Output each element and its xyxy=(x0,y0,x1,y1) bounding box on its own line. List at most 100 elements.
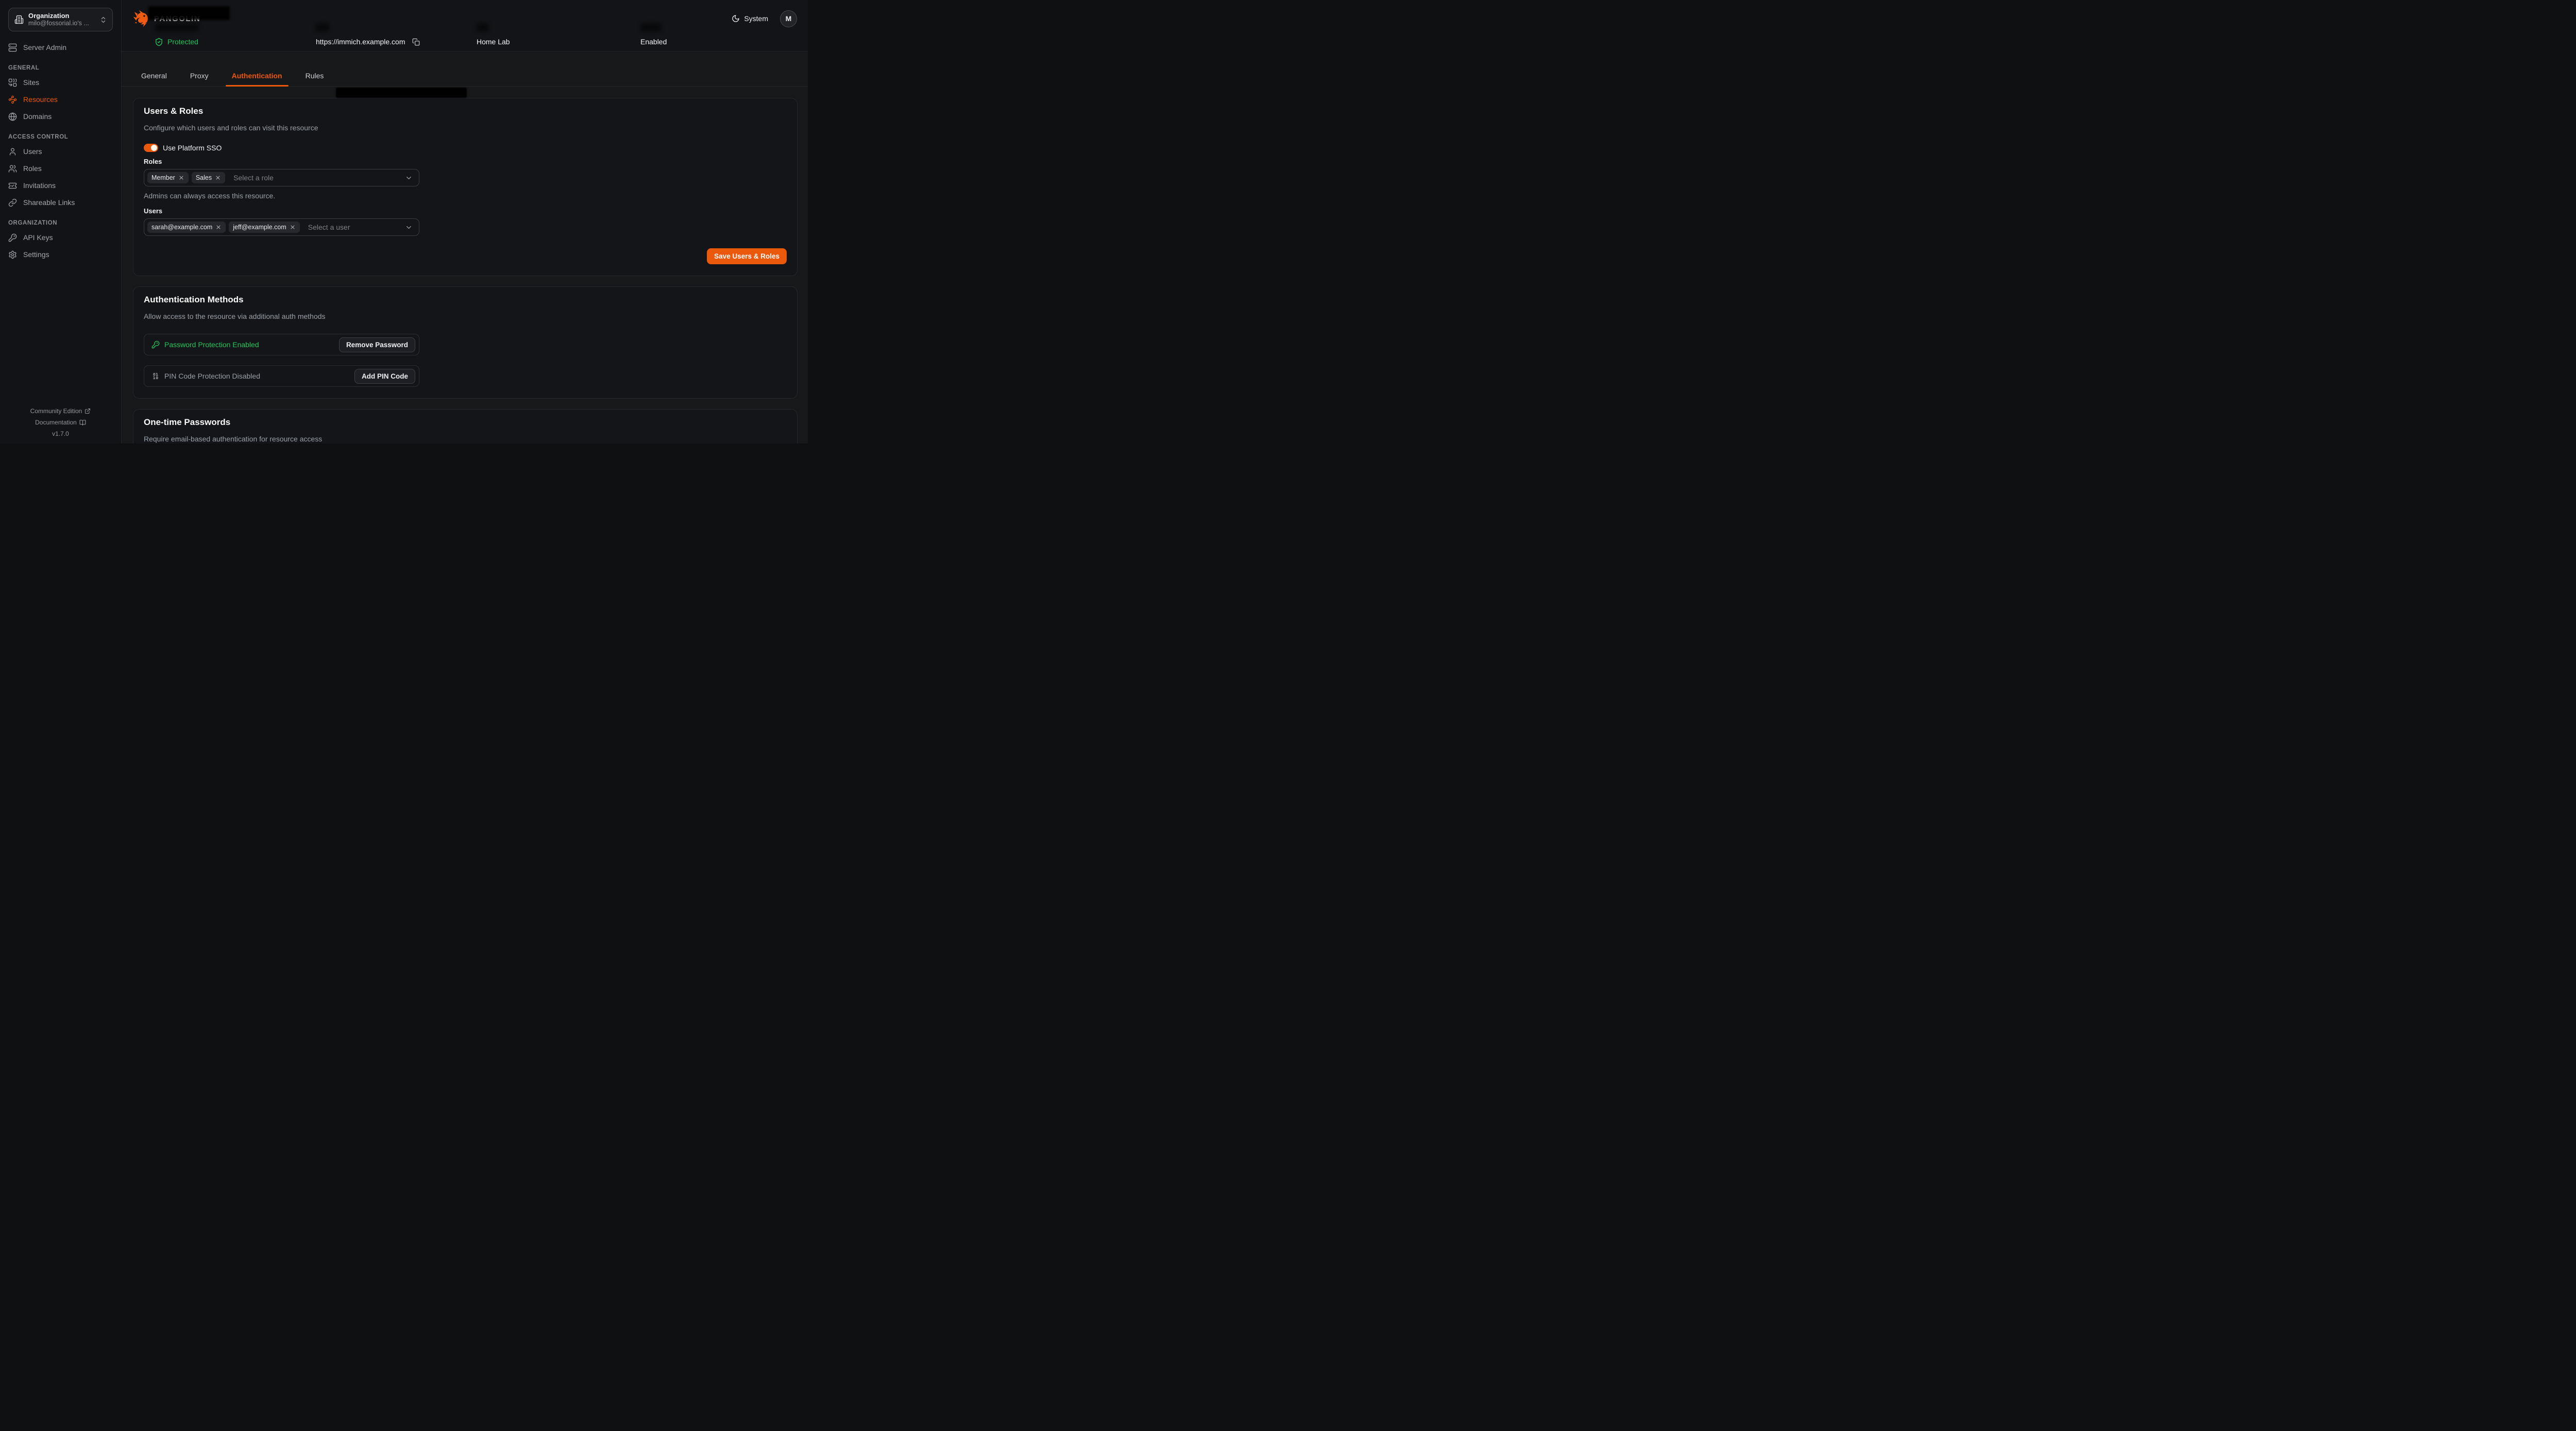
tab-general[interactable]: General xyxy=(135,67,173,86)
redaction-bar xyxy=(148,6,230,20)
save-users-roles-button[interactable]: Save Users & Roles xyxy=(707,248,787,264)
platform-sso-toggle[interactable] xyxy=(144,144,158,152)
chevron-down-icon xyxy=(405,224,413,231)
sidebar-item-label: Invitations xyxy=(23,181,56,190)
tab-authentication[interactable]: Authentication xyxy=(226,67,289,86)
card-description: Configure which users and roles can visi… xyxy=(144,124,787,132)
users-roles-card: Users & Roles Configure which users and … xyxy=(133,98,798,276)
sidebar-item-label: Sites xyxy=(23,78,39,87)
resource-summary: Protected https://immich.example.com xyxy=(155,24,808,51)
sidebar-item-label: Roles xyxy=(23,164,42,173)
password-protection-row: Password Protection Enabled Remove Passw… xyxy=(144,334,419,355)
x-icon xyxy=(290,224,296,230)
sidebar-item-domains[interactable]: Domains xyxy=(8,110,113,123)
sidebar-item-settings[interactable]: Settings xyxy=(8,248,113,261)
globe-icon xyxy=(8,112,17,121)
otp-card: One-time Passwords Require email-based a… xyxy=(133,409,798,444)
redaction-bar xyxy=(336,88,467,98)
card-title: Users & Roles xyxy=(144,106,787,116)
resource-site: Home Lab xyxy=(477,35,640,49)
tab-proxy[interactable]: Proxy xyxy=(184,67,215,86)
copy-url-button[interactable] xyxy=(412,38,420,46)
sidebar-nav: Server Admin GENERAL Sites Resources Dom… xyxy=(0,41,121,261)
sidebar-section-organization: ORGANIZATION xyxy=(8,219,113,227)
users-field-label: Users xyxy=(144,208,787,214)
user-chip: sarah@example.com xyxy=(147,222,226,233)
sidebar-item-label: Shareable Links xyxy=(23,198,75,207)
sidebar-item-roles[interactable]: Roles xyxy=(8,162,113,175)
gear-icon xyxy=(8,250,17,259)
tab-bar: General Proxy Authentication Rules xyxy=(122,67,808,87)
remove-user-jeff-button[interactable] xyxy=(290,224,296,230)
resource-status: Protected xyxy=(155,35,316,49)
user-icon xyxy=(8,147,17,156)
sidebar-item-label: Resources xyxy=(23,95,58,104)
pin-protection-row: PIN Code Protection Disabled Add PIN Cod… xyxy=(144,365,419,387)
sidebar-item-resources[interactable]: Resources xyxy=(8,93,113,106)
waypoints-icon xyxy=(8,95,17,104)
theme-toggle[interactable]: System xyxy=(732,14,768,23)
sidebar-item-shareable-links[interactable]: Shareable Links xyxy=(8,196,113,209)
ticket-check-icon xyxy=(8,181,17,190)
user-chip: jeff@example.com xyxy=(229,222,299,233)
community-edition-label: Community Edition xyxy=(30,405,82,417)
redacted-label xyxy=(155,24,199,31)
role-chip: Member xyxy=(147,172,189,183)
documentation-label: Documentation xyxy=(35,417,77,428)
resource-url: https://immich.example.com xyxy=(316,35,477,49)
password-status: Password Protection Enabled xyxy=(151,340,259,349)
sidebar: Organization milo@fossorial.io's ... Ser… xyxy=(0,0,122,444)
platform-sso-label: Use Platform SSO xyxy=(163,144,222,152)
link-icon xyxy=(8,198,17,207)
users-icon xyxy=(8,164,17,173)
card-title: One-time Passwords xyxy=(144,417,787,428)
tab-rules[interactable]: Rules xyxy=(299,67,330,86)
roles-select-placeholder: Select a role xyxy=(233,174,402,182)
users-select[interactable]: sarah@example.com jeff@example.com Selec… xyxy=(144,218,419,236)
documentation-link[interactable]: Documentation xyxy=(0,417,121,428)
sidebar-item-server-admin[interactable]: Server Admin xyxy=(8,41,113,54)
redacted-label xyxy=(316,24,329,31)
building-icon xyxy=(14,15,24,24)
x-icon xyxy=(215,224,222,230)
sidebar-item-invitations[interactable]: Invitations xyxy=(8,179,113,192)
remove-role-member-button[interactable] xyxy=(178,175,184,181)
key-icon xyxy=(151,340,160,349)
sidebar-item-label: API Keys xyxy=(23,233,53,242)
x-icon xyxy=(215,175,221,181)
org-picker[interactable]: Organization milo@fossorial.io's ... xyxy=(8,8,113,31)
app-window: Organization milo@fossorial.io's ... Ser… xyxy=(0,0,808,444)
sidebar-item-label: Server Admin xyxy=(23,43,66,52)
chevrons-up-down-icon xyxy=(99,16,107,24)
sidebar-item-api-keys[interactable]: API Keys xyxy=(8,231,113,244)
main-area: PANGOLIN System M Protected xyxy=(122,0,808,444)
card-description: Require email-based authentication for r… xyxy=(144,435,787,444)
key-icon xyxy=(8,233,17,242)
pin-status: PIN Code Protection Disabled xyxy=(151,372,260,380)
admins-note: Admins can always access this resource. xyxy=(144,192,787,200)
remove-role-sales-button[interactable] xyxy=(215,175,221,181)
binary-icon xyxy=(151,372,160,380)
card-description: Allow access to the resource via additio… xyxy=(144,312,787,321)
org-picker-value: milo@fossorial.io's ... xyxy=(28,20,95,27)
sidebar-item-sites[interactable]: Sites xyxy=(8,76,113,89)
x-icon xyxy=(178,175,184,181)
sidebar-item-users[interactable]: Users xyxy=(8,145,113,158)
combine-icon xyxy=(8,78,17,87)
sidebar-section-access-control: ACCESS CONTROL xyxy=(8,133,113,141)
sidebar-section-general: GENERAL xyxy=(8,64,113,72)
roles-select[interactable]: Member Sales Select a role xyxy=(144,169,419,186)
sidebar-item-label: Users xyxy=(23,147,42,156)
redacted-label xyxy=(477,24,489,31)
pangolin-logo-icon xyxy=(133,10,150,27)
org-picker-label: Organization xyxy=(28,12,95,20)
remove-user-sarah-button[interactable] xyxy=(215,224,222,230)
content: Users & Roles Configure which users and … xyxy=(122,87,808,444)
remove-password-button[interactable]: Remove Password xyxy=(339,337,415,352)
community-edition-link[interactable]: Community Edition xyxy=(0,405,121,417)
add-pin-code-button[interactable]: Add PIN Code xyxy=(354,369,415,384)
copy-icon xyxy=(412,38,420,46)
shield-check-icon xyxy=(155,38,163,46)
resource-enabled: Enabled xyxy=(640,35,808,49)
sidebar-footer: Community Edition Documentation v1.7.0 xyxy=(0,405,121,439)
